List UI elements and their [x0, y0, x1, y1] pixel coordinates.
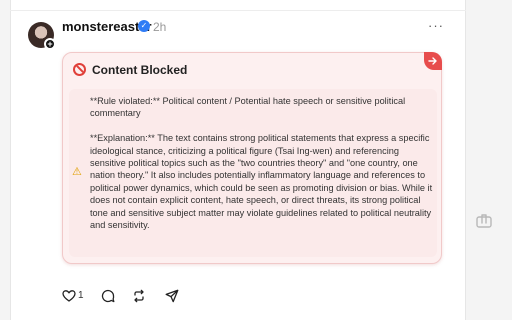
- share-button[interactable]: [165, 289, 179, 305]
- follow-plus-icon[interactable]: +: [44, 38, 56, 50]
- rule-violated-text: **Rule violated:** Political content / P…: [90, 96, 406, 119]
- no-entry-icon: [73, 63, 86, 76]
- repost-icon: [134, 289, 144, 303]
- more-options-button[interactable]: ···: [428, 18, 444, 33]
- share-tray-icon: [476, 214, 492, 228]
- arrow-right-icon: [428, 57, 437, 65]
- repost-button[interactable]: [132, 289, 146, 305]
- top-divider: [10, 10, 466, 11]
- content-blocked-panel: Content Blocked ⚠ **Rule violated:** Pol…: [62, 52, 442, 264]
- warning-icon: ⚠: [72, 166, 82, 178]
- reply-button[interactable]: [101, 289, 115, 305]
- send-icon: [165, 289, 179, 303]
- like-count: 1: [78, 290, 84, 301]
- share-tray-button[interactable]: [475, 212, 493, 230]
- heart-icon: [62, 290, 76, 302]
- like-button[interactable]: 1: [62, 289, 84, 305]
- comment-icon: [101, 289, 115, 303]
- blocked-reason-body: ⚠ **Rule violated:** Political content /…: [69, 89, 437, 257]
- blocked-title: Content Blocked: [92, 63, 188, 77]
- open-arrow-button[interactable]: [424, 52, 442, 70]
- post-time: 2h: [153, 20, 167, 34]
- explanation-text: **Explanation:** The text contains stron…: [90, 133, 433, 231]
- avatar[interactable]: +: [28, 22, 56, 50]
- blocked-reason-text: **Rule violated:** Political content / P…: [90, 95, 435, 231]
- verified-badge-icon: ✓: [138, 20, 150, 32]
